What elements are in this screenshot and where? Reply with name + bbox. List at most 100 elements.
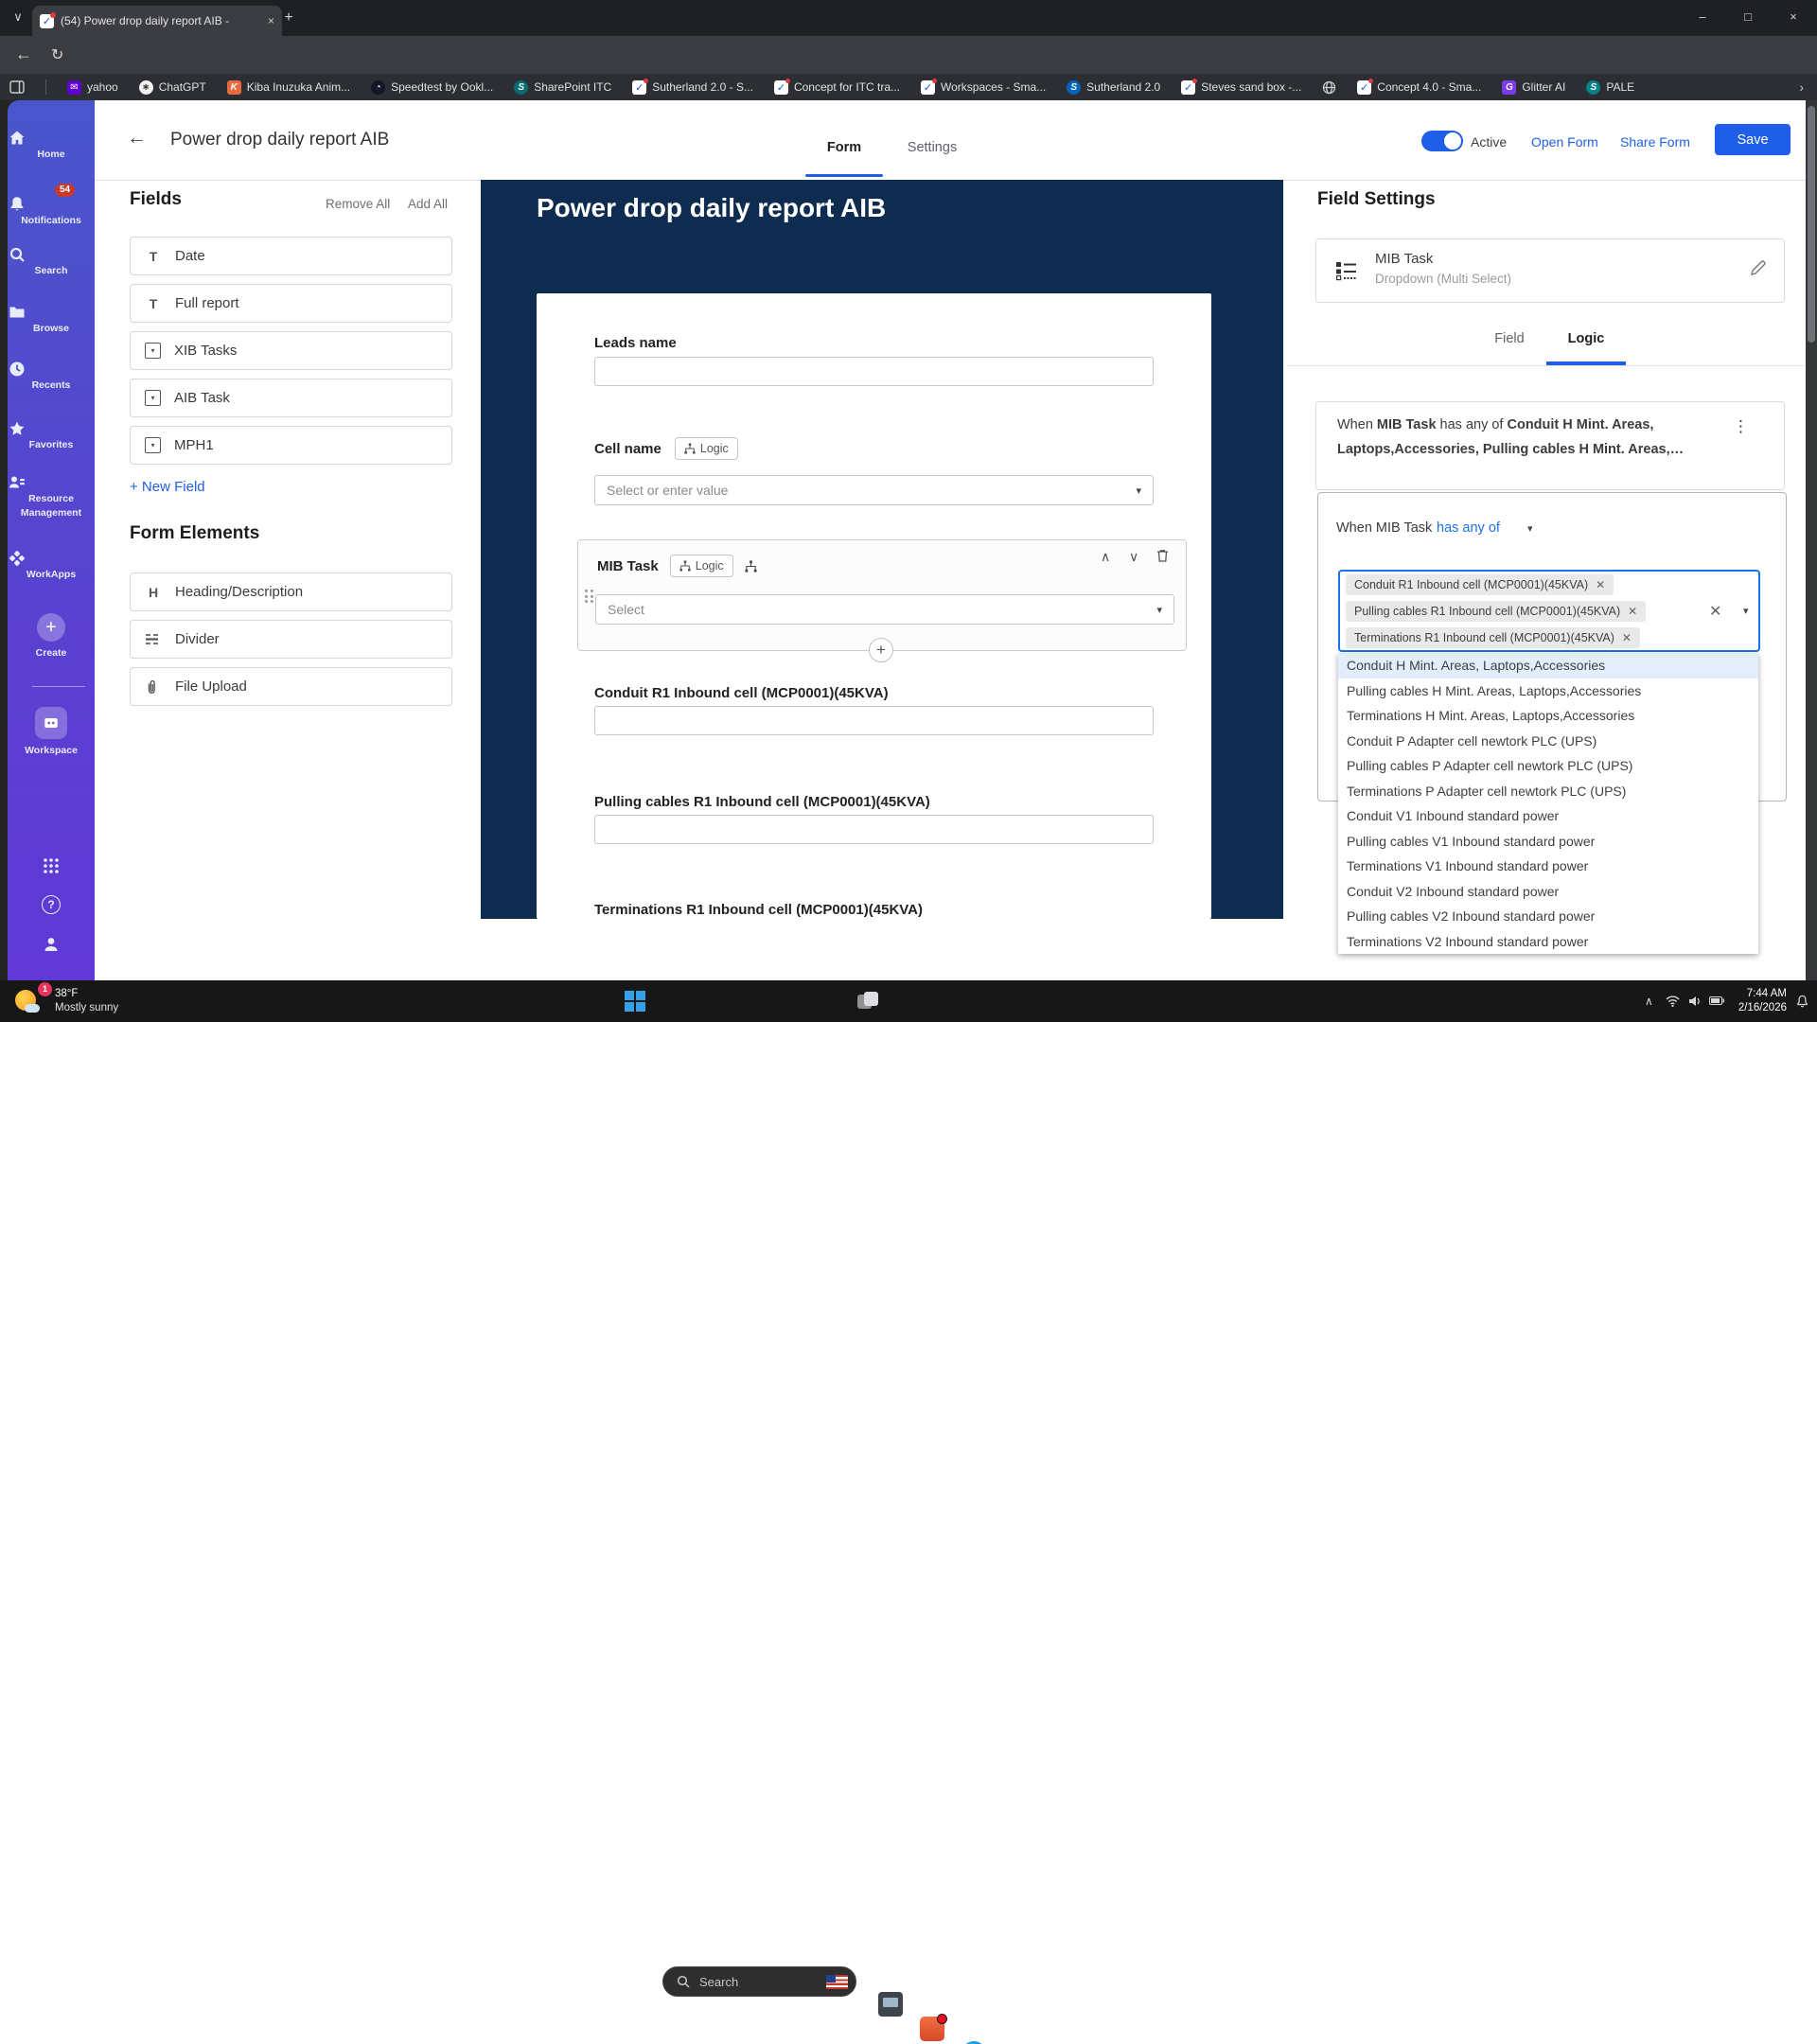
refresh-icon[interactable]: ↻ [51, 45, 63, 64]
back-icon[interactable]: ← [15, 44, 32, 64]
taskbar-search[interactable]: Search [662, 1966, 856, 1997]
remove-all-link[interactable]: Remove All [326, 197, 390, 211]
sidebar-item-search[interactable]: Search [8, 245, 95, 278]
settings-tab-field[interactable]: Field [1476, 331, 1543, 346]
dropdown-option[interactable]: Terminations V1 Inbound standard power [1338, 854, 1758, 879]
tray-expand-icon[interactable]: ∧ [1645, 995, 1653, 1008]
save-button[interactable]: Save [1715, 124, 1791, 155]
account-person-icon[interactable] [8, 935, 95, 954]
taskbar-app-orange-mail[interactable] [920, 2014, 947, 2041]
sidebar-panel-icon[interactable] [9, 80, 25, 94]
dropdown-option[interactable]: Terminations H Mint. Areas, Laptops,Acce… [1338, 703, 1758, 729]
chip-remove-icon[interactable]: ✕ [1628, 605, 1637, 618]
browser-tab[interactable]: ✓ (54) Power drop daily report AIB - × [32, 6, 282, 36]
field-item-xib-tasks[interactable]: ▾ XIB Tasks [130, 331, 452, 370]
logic-chip[interactable]: Logic [674, 437, 738, 460]
new-field-link[interactable]: + New Field [130, 479, 205, 495]
sidebar-item-browse[interactable]: Browse [8, 303, 95, 336]
mib-task-field-card[interactable]: MIB Task Logic ∧ ∨ Select ▾ + [577, 539, 1187, 662]
value-chip[interactable]: Conduit R1 Inbound cell (MCP0001)(45KVA)… [1346, 574, 1614, 595]
bookmark-concept-4[interactable]: ✓ Concept 4.0 - Sma... [1357, 78, 1481, 95]
clear-all-icon[interactable]: ✕ [1709, 602, 1721, 621]
settings-tab-logic[interactable]: Logic [1546, 331, 1626, 346]
taskbar-app-pc[interactable] [878, 1992, 903, 2017]
pulling-cables-r1-input[interactable] [594, 815, 1154, 844]
clock-date[interactable]: 2/16/2026 [1730, 1001, 1787, 1015]
chip-remove-icon[interactable]: ✕ [1622, 631, 1632, 644]
bookmark-yahoo[interactable]: ✉ yahoo [67, 79, 118, 95]
scrollbar-thumb[interactable] [1808, 106, 1815, 343]
dropdown-option[interactable]: Conduit V1 Inbound standard power [1338, 803, 1758, 829]
bookmark-chatgpt[interactable]: ∗ ChatGPT [138, 79, 206, 95]
value-chip[interactable]: Pulling cables R1 Inbound cell (MCP0001)… [1346, 601, 1647, 622]
chevron-down-icon[interactable]: ▾ [1743, 605, 1749, 617]
battery-icon[interactable] [1709, 996, 1724, 1005]
bookmark-pale[interactable]: S PALE [1586, 79, 1634, 95]
bookmark-steves-sandbox[interactable]: ✓ Steves sand box -... [1181, 78, 1301, 95]
volume-icon[interactable] [1688, 996, 1702, 1007]
dropdown-option[interactable]: Pulling cables P Adapter cell newtork PL… [1338, 753, 1758, 779]
chevron-down-icon[interactable]: ▾ [1527, 522, 1533, 535]
sidebar-item-workapps[interactable]: WorkApps [8, 549, 95, 582]
sidebar-item-resource-management[interactable]: Resource Management [8, 473, 95, 520]
minimize-button[interactable]: – [1690, 9, 1715, 24]
field-item-aib-task[interactable]: ▾ AIB Task [130, 379, 452, 417]
maximize-button[interactable]: □ [1736, 9, 1760, 24]
sidebar-item-recents[interactable]: Recents [8, 360, 95, 393]
leads-name-input[interactable] [594, 357, 1154, 386]
sidebar-item-create[interactable]: + Create [8, 613, 95, 661]
dropdown-option[interactable]: Pulling cables H Mint. Areas, Laptops,Ac… [1338, 678, 1758, 704]
add-field-plus-button[interactable]: + [869, 638, 893, 662]
dropdown-option[interactable]: Pulling cables V1 Inbound standard power [1338, 829, 1758, 855]
bookmark-sutherland[interactable]: ✓ Sutherland 2.0 - S... [632, 78, 753, 95]
field-item-date[interactable]: T Date [130, 237, 452, 275]
conduit-r1-input[interactable] [594, 706, 1154, 735]
drag-handle[interactable] [585, 590, 593, 603]
value-chip[interactable]: Terminations R1 Inbound cell (MCP0001)(4… [1346, 627, 1640, 648]
sidebar-item-workspace[interactable]: Workspace [8, 707, 95, 758]
element-file-upload[interactable]: File Upload [130, 667, 452, 706]
active-toggle[interactable] [1421, 131, 1463, 151]
tab-settings[interactable]: Settings [890, 140, 975, 155]
bookmark-concept-itc[interactable]: ✓ Concept for ITC tra... [773, 78, 900, 95]
app-launcher-grid-icon[interactable] [8, 857, 95, 874]
cell-name-select[interactable]: Select or enter value ▾ [594, 475, 1154, 505]
tab-form[interactable]: Form [805, 140, 883, 155]
dropdown-option[interactable]: Conduit V2 Inbound standard power [1338, 879, 1758, 905]
bookmark-globe-icon[interactable] [1322, 80, 1336, 95]
task-view-icon[interactable] [857, 990, 880, 1013]
add-all-link[interactable]: Add All [408, 197, 448, 211]
bookmark-sharepoint-itc[interactable]: S SharePoint ITC [514, 79, 611, 95]
sidebar-item-favorites[interactable]: Favorites [8, 419, 95, 452]
tab-search-icon[interactable]: ∨ [6, 9, 30, 25]
sidebar-item-notifications[interactable]: 54 Notifications [8, 184, 95, 228]
element-heading-description[interactable]: H Heading/Description [130, 573, 452, 611]
tab-close-icon[interactable]: × [268, 14, 274, 27]
clock-time[interactable]: 7:44 AM [1730, 987, 1787, 1001]
open-form-link[interactable]: Open Form [1531, 134, 1598, 150]
dropdown-option[interactable]: Conduit P Adapter cell newtork PLC (UPS) [1338, 729, 1758, 754]
dropdown-option[interactable]: Pulling cables V2 Inbound standard power [1338, 904, 1758, 929]
bookmark-speedtest[interactable]: ◔ Speedtest by Ookl... [371, 79, 493, 95]
trash-icon[interactable] [1155, 548, 1170, 563]
move-up-icon[interactable]: ∧ [1101, 549, 1110, 565]
bookmark-sutherland-2[interactable]: S Sutherland 2.0 [1067, 79, 1160, 95]
logic-rule-summary-card[interactable]: When MIB Task has any of Conduit H Mint.… [1315, 401, 1785, 490]
sidebar-item-home[interactable]: Home [8, 129, 95, 162]
condition-dropdown[interactable]: has any of [1437, 520, 1500, 536]
bookmark-glitter-ai[interactable]: G Glitter AI [1502, 79, 1565, 95]
dropdown-option[interactable]: Terminations P Adapter cell newtork PLC … [1338, 779, 1758, 804]
field-item-mph1[interactable]: ▾ MPH1 [130, 426, 452, 465]
bookmark-kiba[interactable]: K Kiba Inuzuka Anim... [226, 79, 350, 95]
wifi-icon[interactable] [1666, 996, 1680, 1007]
kebab-menu-icon[interactable]: ⋮ [1733, 417, 1749, 436]
taskbar-app-edge[interactable] [961, 2041, 986, 2044]
help-icon[interactable]: ? [8, 895, 95, 914]
window-close-button[interactable]: × [1781, 9, 1806, 24]
field-item-full-report[interactable]: T Full report [130, 284, 452, 323]
bookmark-workspaces[interactable]: ✓ Workspaces - Sma... [921, 78, 1046, 95]
dropdown-option[interactable]: Terminations V2 Inbound standard power [1338, 929, 1758, 955]
chip-remove-icon[interactable]: ✕ [1596, 578, 1605, 591]
notification-bell-icon[interactable] [1796, 995, 1808, 1008]
edit-pencil-icon[interactable] [1750, 260, 1766, 276]
